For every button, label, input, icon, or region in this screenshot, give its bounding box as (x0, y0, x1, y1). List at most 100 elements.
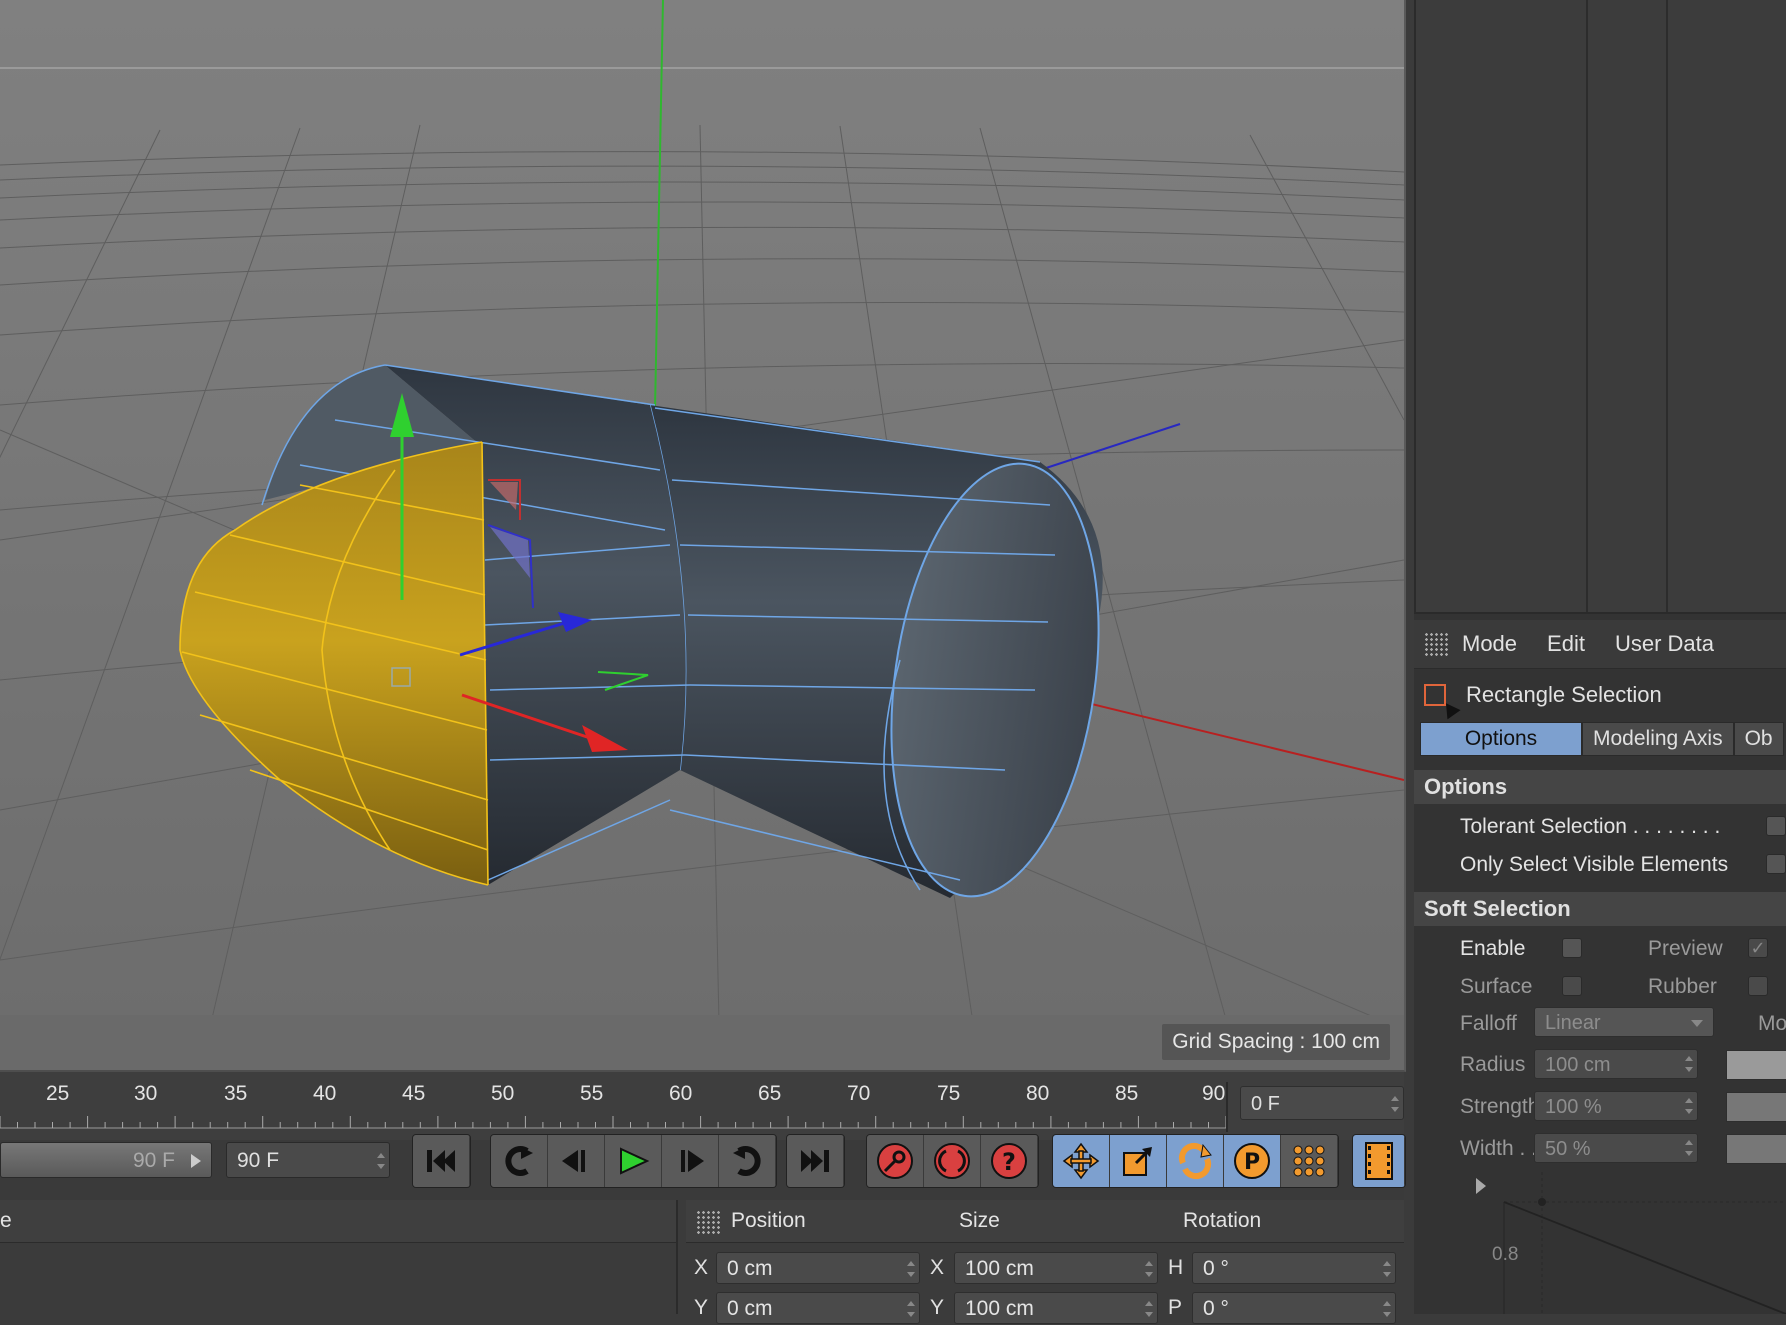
rotation-h-value: 0 ° (1203, 1257, 1229, 1280)
tab-object[interactable]: Ob (1733, 722, 1784, 756)
timeline-window-button[interactable] (1353, 1135, 1405, 1187)
stepper-icon[interactable] (907, 1261, 915, 1277)
preview-label: Preview (1648, 937, 1723, 960)
panel-grip-icon[interactable] (1424, 632, 1448, 656)
stepper-icon[interactable] (907, 1301, 915, 1317)
tolerant-selection-label: Tolerant Selection . . . . . . . . (1460, 815, 1721, 838)
attribute-menu-bar: Mode Edit User Data (1414, 620, 1786, 669)
enable-checkbox[interactable] (1562, 938, 1582, 958)
falloff-curve (1476, 1172, 1786, 1315)
tick-label: 75 (937, 1082, 961, 1105)
radius-label: Radius (1460, 1053, 1526, 1076)
strength-field[interactable]: 100 % (1534, 1091, 1698, 1121)
next-frame-button[interactable] (662, 1135, 719, 1187)
film-strip-icon (1364, 1142, 1393, 1180)
autokey-button[interactable] (924, 1135, 981, 1187)
3d-viewport[interactable]: Grid Spacing : 100 cm (0, 0, 1406, 1072)
preview-checkbox[interactable]: ✓ (1748, 938, 1768, 958)
material-manager-header: e (0, 1200, 676, 1243)
falloff-value: Linear (1545, 1012, 1601, 1034)
tick-label: 85 (1115, 1082, 1139, 1105)
menu-edit[interactable]: Edit (1547, 631, 1585, 657)
stepper-icon[interactable] (1383, 1261, 1391, 1277)
surface-checkbox[interactable] (1562, 976, 1582, 996)
scale-track-button[interactable] (1110, 1135, 1167, 1187)
falloff-graph[interactable]: 0.8 (1474, 1172, 1786, 1315)
stepper-icon[interactable] (1685, 1056, 1693, 1072)
position-x-field[interactable]: 0 cm (716, 1252, 920, 1284)
tick-label: 30 (134, 1082, 158, 1105)
tab-options[interactable]: Options (1420, 722, 1582, 756)
tick-label: 65 (758, 1082, 782, 1105)
falloff-dropdown[interactable]: Linear (1534, 1007, 1714, 1037)
timeline-end-marker (1226, 1082, 1228, 1132)
options-section-header[interactable]: Options (1414, 770, 1786, 804)
panel-grip-icon[interactable] (696, 1210, 720, 1234)
rotation-h-field[interactable]: 0 ° (1192, 1252, 1396, 1284)
chevron-down-icon (1691, 1020, 1703, 1027)
stepper-icon[interactable] (1685, 1140, 1693, 1156)
menu-mode[interactable]: Mode (1462, 631, 1517, 657)
width-slider[interactable] (1726, 1134, 1786, 1164)
rotation-h-label: H (1168, 1256, 1184, 1279)
go-to-end-button[interactable] (787, 1135, 844, 1187)
prev-frame-button[interactable] (548, 1135, 605, 1187)
size-header: Size (959, 1209, 1000, 1232)
stepper-icon[interactable] (377, 1153, 385, 1169)
cursor-icon (1439, 698, 1461, 720)
pla-track-button[interactable] (1281, 1135, 1338, 1187)
material-manager[interactable]: e (0, 1200, 678, 1314)
tick-label: 40 (313, 1082, 337, 1105)
stepper-icon[interactable] (1145, 1301, 1153, 1317)
object-manager[interactable] (1414, 0, 1786, 614)
prev-key-icon (505, 1146, 533, 1176)
soft-selection-section-header[interactable]: Soft Selection (1414, 892, 1786, 926)
rotation-header: Rotation (1183, 1209, 1262, 1232)
record-group: ? (866, 1134, 1039, 1188)
stepper-icon[interactable] (1383, 1301, 1391, 1317)
strength-value: 100 % (1545, 1096, 1602, 1118)
menu-user-data[interactable]: User Data (1615, 631, 1714, 657)
go-to-start-button[interactable] (413, 1135, 470, 1187)
timeline-ruler[interactable] (0, 1116, 1226, 1130)
param-track-icon: P (1234, 1143, 1270, 1179)
tolerant-selection-checkbox[interactable] (1766, 816, 1786, 836)
tab-modeling-axis[interactable]: Modeling Axis (1582, 722, 1734, 756)
size-y-field[interactable]: 100 cm (954, 1292, 1158, 1324)
position-y-field[interactable]: 0 cm (716, 1292, 920, 1324)
radius-field[interactable]: 100 cm (1534, 1049, 1698, 1079)
svg-text:?: ? (1002, 1148, 1016, 1176)
end-frame-slider[interactable]: 90 F (0, 1142, 212, 1178)
grid-spacing-label: Grid Spacing : 100 cm (1162, 1024, 1390, 1060)
current-frame-field[interactable]: 0 F (1240, 1086, 1404, 1120)
play-icon (620, 1147, 650, 1175)
move-track-button[interactable] (1053, 1135, 1110, 1187)
rotation-p-field[interactable]: 0 ° (1192, 1292, 1396, 1324)
only-visible-checkbox[interactable] (1766, 854, 1786, 874)
stepper-icon[interactable] (1145, 1261, 1153, 1277)
rotate-track-button[interactable] (1167, 1135, 1224, 1187)
param-track-button[interactable]: P (1224, 1135, 1281, 1187)
coordinates-manager: Position Size Rotation X 0 cm X 100 cm H… (686, 1200, 1404, 1324)
end-frame-slider-value: 90 F (132, 1149, 175, 1172)
end-frame-field[interactable]: 90 F (226, 1142, 390, 1178)
next-key-button[interactable] (719, 1135, 776, 1187)
strength-slider[interactable] (1726, 1092, 1786, 1122)
keyframe-help-button[interactable]: ? (981, 1135, 1038, 1187)
size-x-field[interactable]: 100 cm (954, 1252, 1158, 1284)
width-field[interactable]: 50 % (1534, 1133, 1698, 1163)
stepper-icon[interactable] (1391, 1096, 1399, 1112)
next-frame-icon (681, 1150, 704, 1172)
go-to-end-group (786, 1134, 845, 1188)
position-x-value: 0 cm (727, 1257, 773, 1280)
radius-slider[interactable] (1726, 1050, 1786, 1080)
record-key-button[interactable] (867, 1135, 924, 1187)
rotation-p-label: P (1168, 1296, 1183, 1319)
record-key-icon (877, 1143, 913, 1179)
size-x-value: 100 cm (965, 1257, 1034, 1280)
stepper-icon[interactable] (1685, 1098, 1693, 1114)
rubber-checkbox[interactable] (1748, 976, 1768, 996)
play-button[interactable] (605, 1135, 662, 1187)
column-divider (1586, 0, 1588, 612)
prev-key-button[interactable] (491, 1135, 548, 1187)
